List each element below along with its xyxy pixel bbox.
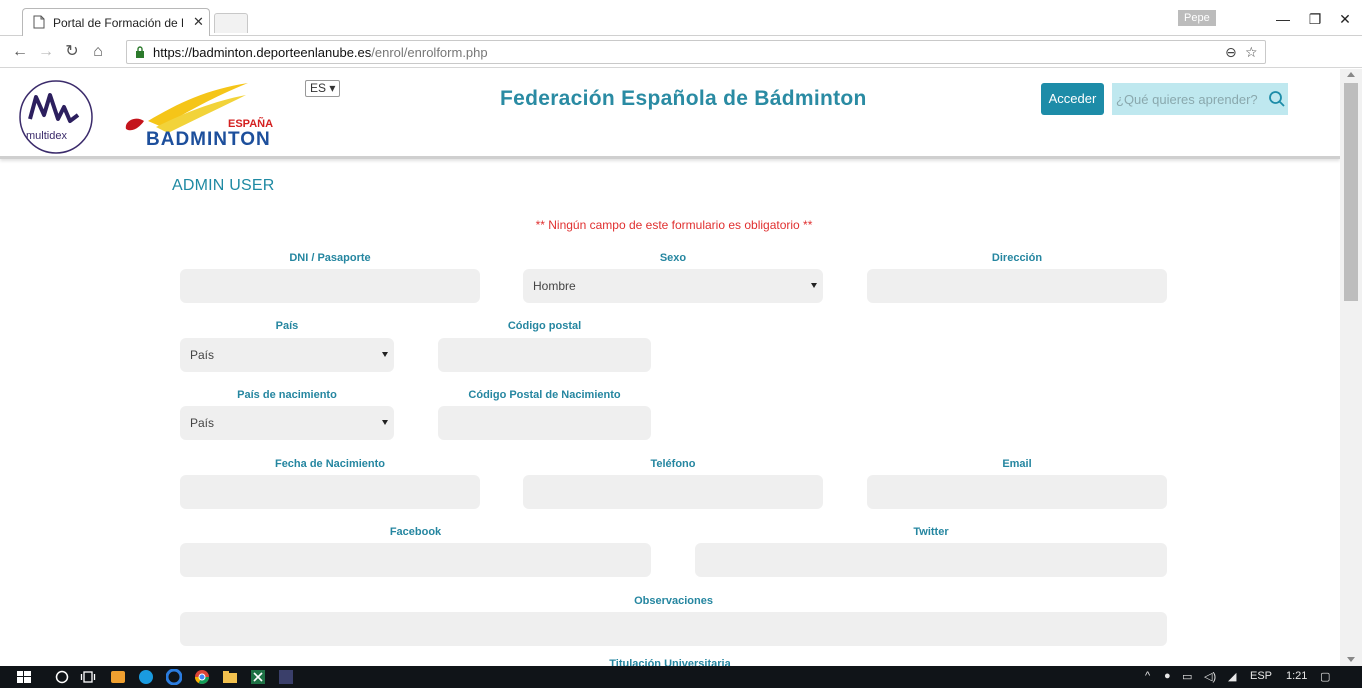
tray-language[interactable]: ESP xyxy=(1250,670,1272,682)
codigo-postal-input[interactable] xyxy=(438,338,651,372)
email-app-icon[interactable] xyxy=(110,669,126,685)
screen: Portal de Formación de l ✕ Pepe — ❐ ✕ ← … xyxy=(0,0,1362,688)
excel-icon[interactable] xyxy=(250,669,266,685)
minimize-icon[interactable]: — xyxy=(1268,9,1298,29)
pais-nacimiento-select[interactable]: País xyxy=(180,406,394,440)
telefono-input[interactable] xyxy=(523,475,823,509)
label-facebook: Facebook xyxy=(389,526,442,538)
tray-app-icon[interactable]: ● xyxy=(1164,670,1171,682)
close-tab-icon[interactable]: ✕ xyxy=(193,14,204,30)
page-scrollbar[interactable] xyxy=(1340,69,1362,666)
url-text: https://badminton.deporteenlanube.es/enr… xyxy=(153,45,488,60)
multidex-logo[interactable]: multidex xyxy=(18,79,94,155)
sexo-value: Hombre xyxy=(533,279,576,293)
pais-nacimiento-value: País xyxy=(190,416,215,430)
label-email: Email xyxy=(1002,458,1032,470)
task-view-icon[interactable] xyxy=(80,669,96,685)
address-bar[interactable]: https://badminton.deporteenlanube.es/enr… xyxy=(126,40,1266,64)
zoom-icon[interactable]: ⊖ xyxy=(1225,44,1237,61)
tab-title: Portal de Formación de l xyxy=(53,16,184,30)
label-direccion: Dirección xyxy=(991,252,1043,264)
page-icon xyxy=(33,15,45,29)
label-pais: País xyxy=(275,320,299,332)
chrome-icon[interactable] xyxy=(194,669,210,685)
url-host: https://badminton.deporteenlanube.es xyxy=(153,45,372,60)
label-observaciones: Observaciones xyxy=(634,595,713,607)
search-input[interactable] xyxy=(1116,83,1266,115)
label-titulacion: Titulación Universitaria xyxy=(609,658,731,666)
file-explorer-icon[interactable] xyxy=(222,669,238,685)
browser-tab-strip: Portal de Formación de l ✕ Pepe — ❐ ✕ xyxy=(0,0,1362,36)
site-title: Federación Española de Bádminton xyxy=(500,87,867,110)
pais-select[interactable]: País xyxy=(180,338,394,372)
direccion-input[interactable] xyxy=(867,269,1167,303)
form-notice: ** Ningún campo de este formulario es ob… xyxy=(0,218,1340,232)
label-telefono: Teléfono xyxy=(650,458,696,470)
windows-start-icon[interactable] xyxy=(16,669,32,685)
back-icon[interactable]: ← xyxy=(10,42,30,62)
chevron-down-icon xyxy=(382,420,388,425)
reload-icon[interactable]: ↻ xyxy=(62,42,82,62)
scroll-down-icon[interactable] xyxy=(1347,657,1355,662)
skype-icon[interactable] xyxy=(138,669,154,685)
pais-value: País xyxy=(190,348,215,362)
label-pais-nacimiento: País de nacimiento xyxy=(237,389,337,401)
label-dni: DNI / Pasaporte xyxy=(289,252,371,264)
email-input[interactable] xyxy=(867,475,1167,509)
scroll-thumb[interactable] xyxy=(1344,83,1358,301)
restore-icon[interactable]: ❐ xyxy=(1300,9,1330,29)
web-page: multidex ESPAÑA BADMINTON ES ▾ Federació… xyxy=(0,69,1340,666)
browser-tab[interactable]: Portal de Formación de l ✕ xyxy=(22,8,210,36)
label-sexo: Sexo xyxy=(659,252,687,264)
twitter-input[interactable] xyxy=(695,543,1167,577)
profile-badge[interactable]: Pepe xyxy=(1178,10,1216,26)
new-tab-button[interactable] xyxy=(214,13,248,33)
tray-clock[interactable]: 1:21 xyxy=(1286,670,1307,682)
scroll-up-icon[interactable] xyxy=(1347,72,1355,77)
site-header: multidex ESPAÑA BADMINTON ES ▾ Federació… xyxy=(0,69,1340,159)
action-center-icon[interactable]: ▢ xyxy=(1320,670,1330,683)
label-cp-nacimiento: Código Postal de Nacimiento xyxy=(468,389,621,401)
observaciones-input[interactable] xyxy=(180,612,1167,646)
label-twitter: Twitter xyxy=(913,526,949,538)
dni-input[interactable] xyxy=(180,269,480,303)
cortana-search-icon[interactable] xyxy=(54,669,70,685)
login-button[interactable]: Acceder xyxy=(1041,83,1104,115)
home-icon[interactable]: ⌂ xyxy=(88,42,108,62)
search-icon[interactable] xyxy=(1268,90,1286,108)
edge-icon[interactable] xyxy=(166,669,182,685)
facebook-input[interactable] xyxy=(180,543,651,577)
bookmark-star-icon[interactable]: ☆ xyxy=(1245,44,1258,61)
battery-icon[interactable]: ▭ xyxy=(1182,670,1192,683)
fireworks-icon[interactable] xyxy=(278,669,294,685)
search-box xyxy=(1112,83,1288,115)
page-title: ADMIN USER xyxy=(172,177,275,194)
label-codigo-postal: Código postal xyxy=(507,320,582,332)
multidex-logo-text: multidex xyxy=(26,130,67,142)
close-window-icon[interactable]: ✕ xyxy=(1330,9,1360,29)
tray-chevron-icon[interactable]: ^ xyxy=(1145,670,1150,682)
windows-taskbar: ^ ● ▭ ◁) ◢ ESP 1:21 ▢ xyxy=(0,666,1362,688)
language-select[interactable]: ES ▾ xyxy=(305,80,341,97)
sexo-select[interactable]: Hombre xyxy=(523,269,823,303)
volume-icon[interactable]: ◁) xyxy=(1204,670,1216,683)
wifi-icon[interactable]: ◢ xyxy=(1228,670,1236,683)
chevron-down-icon xyxy=(382,352,388,357)
fecha-nacimiento-input[interactable] xyxy=(180,475,480,509)
url-path: /enrol/enrolform.php xyxy=(371,45,488,60)
chevron-down-icon xyxy=(811,283,817,288)
logo-badminton: BADMINTON xyxy=(146,129,271,150)
cp-nacimiento-input[interactable] xyxy=(438,406,651,440)
browser-toolbar: ← → ↻ ⌂ https://badminton.deporteenlanub… xyxy=(0,36,1362,95)
forward-icon[interactable]: → xyxy=(36,42,56,62)
label-fecha-nacimiento: Fecha de Nacimiento xyxy=(274,458,386,470)
lock-icon xyxy=(136,46,144,58)
form-notice-text: ** Ningún campo de este formulario es ob… xyxy=(535,218,813,232)
badminton-logo[interactable]: ESPAÑA BADMINTON xyxy=(118,77,284,153)
